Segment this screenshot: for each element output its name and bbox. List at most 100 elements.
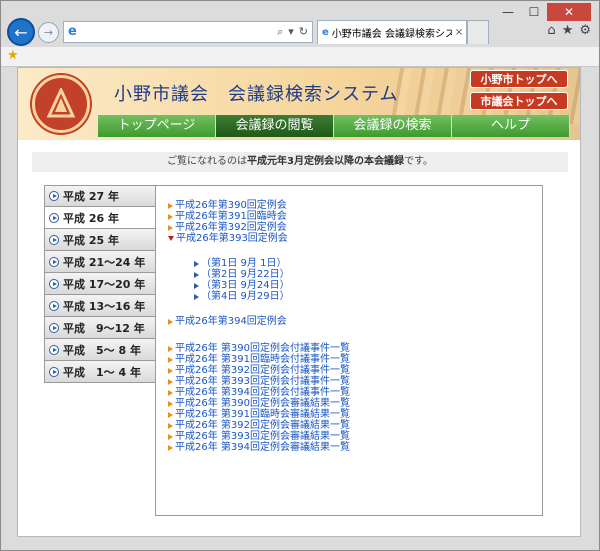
- search-icon[interactable]: ⌕: [277, 25, 283, 39]
- favorites-star-icon[interactable]: ★: [562, 23, 574, 38]
- list-label: 平成26年 第394回定例会付議事件一覧: [175, 387, 350, 398]
- notice-bar: ご覧になれるのは平成元年3月定例会以降の本会議録です。: [32, 152, 568, 172]
- arrow-right-icon: [194, 271, 199, 278]
- session-link-expanded[interactable]: 平成26年第393回定例会: [168, 233, 542, 244]
- browser-tab[interactable]: e 小野市議会 会議録検索シス... ×: [317, 20, 467, 44]
- day-links: （第1日 9月 1日） （第2日 9月22日） （第3日 9月24日） （第4日…: [194, 258, 542, 302]
- play-circle-icon: [49, 234, 59, 245]
- year-label: 平成 9～12 年: [63, 321, 145, 335]
- play-circle-icon: [49, 300, 59, 311]
- notice-text-bold: 平成元年3月定例会以降の本会議録: [247, 156, 404, 167]
- address-bar[interactable]: e ⌕ ▾ ↻: [63, 21, 313, 43]
- list-label: 平成26年 第391回臨時会審議結果一覧: [175, 409, 350, 420]
- dropdown-icon[interactable]: ▾: [288, 25, 294, 39]
- year-item-h17-20[interactable]: 平成 17～20 年: [44, 273, 156, 295]
- year-item-h9-12[interactable]: 平成 9～12 年: [44, 317, 156, 339]
- list-link[interactable]: 平成26年 第390回定例会審議結果一覧: [168, 398, 542, 409]
- forward-arrow-icon: →: [43, 26, 54, 39]
- day-link[interactable]: （第2日 9月22日）: [194, 269, 542, 280]
- year-item-h27[interactable]: 平成 27 年: [44, 185, 156, 207]
- arrow-right-icon: [168, 213, 173, 220]
- back-button[interactable]: ←: [7, 18, 35, 46]
- list-link[interactable]: 平成26年 第394回定例会付議事件一覧: [168, 387, 542, 398]
- browser-window: — ☐ ✕ ← → e ⌕ ▾ ↻ e 小野市議会 会議録検索シス... × ⌂…: [0, 0, 600, 551]
- session-label: 平成26年第390回定例会: [175, 200, 287, 211]
- day-link[interactable]: （第3日 9月24日）: [194, 280, 542, 291]
- year-item-h21-24[interactable]: 平成 21～24 年: [44, 251, 156, 273]
- session-link[interactable]: 平成26年第391回臨時会: [168, 211, 542, 222]
- session-group: 平成26年第390回定例会 平成26年第391回臨時会 平成26年第392回定例…: [168, 200, 542, 244]
- list-link[interactable]: 平成26年 第391回臨時会付議事件一覧: [168, 354, 542, 365]
- year-item-h5-8[interactable]: 平成 5～ 8 年: [44, 339, 156, 361]
- list-link[interactable]: 平成26年 第393回定例会審議結果一覧: [168, 431, 542, 442]
- arrow-right-icon: [168, 318, 173, 325]
- year-item-h13-16[interactable]: 平成 13～16 年: [44, 295, 156, 317]
- forward-button[interactable]: →: [38, 22, 59, 43]
- play-circle-icon: [49, 344, 59, 355]
- year-menu: 平成 27 年 平成 26 年 平成 25 年 平成 21～24 年 平成 17…: [44, 185, 156, 383]
- city-top-link[interactable]: 小野市トップへ: [470, 70, 568, 88]
- nav-top-page[interactable]: トップページ: [98, 115, 216, 137]
- list-label: 平成26年 第390回定例会付議事件一覧: [175, 343, 350, 354]
- nav-search-minutes[interactable]: 会議録の検索: [334, 115, 452, 137]
- list-link[interactable]: 平成26年 第391回臨時会審議結果一覧: [168, 409, 542, 420]
- global-nav: トップページ 会議録の閲覧 会議録の検索 ヘルプ: [98, 115, 570, 137]
- arrow-right-icon: [194, 282, 199, 289]
- year-item-h1-4[interactable]: 平成 1～ 4 年: [44, 361, 156, 383]
- day-link[interactable]: （第4日 9月29日）: [194, 291, 542, 302]
- arrow-right-icon: [168, 345, 173, 352]
- notice-text-before: ご覧になれるのは: [167, 156, 248, 167]
- browser-toolbar: ← → e ⌕ ▾ ↻ e 小野市議会 会議録検索シス... × ⌂ ★ ⚙: [5, 17, 597, 47]
- add-favorite-icon[interactable]: ★: [7, 48, 19, 63]
- day-label: （第3日 9月24日）: [201, 280, 290, 291]
- tab-close-icon[interactable]: ×: [452, 27, 466, 38]
- minutes-list: 平成26年第390回定例会 平成26年第391回臨時会 平成26年第392回定例…: [155, 185, 543, 516]
- year-label: 平成 25 年: [63, 233, 119, 247]
- arrow-right-icon: [168, 411, 173, 418]
- arrow-right-icon: [168, 422, 173, 429]
- notice-text-after: です。: [403, 156, 433, 167]
- arrow-right-icon: [168, 356, 173, 363]
- arrow-right-icon: [194, 293, 199, 300]
- session-link[interactable]: 平成26年第392回定例会: [168, 222, 542, 233]
- arrow-right-icon: [168, 367, 173, 374]
- list-label: 平成26年 第392回定例会付議事件一覧: [175, 365, 350, 376]
- nav-browse-minutes[interactable]: 会議録の閲覧: [216, 115, 334, 137]
- session-label: 平成26年第392回定例会: [175, 222, 287, 233]
- session-link[interactable]: 平成26年第390回定例会: [168, 200, 542, 211]
- year-item-h25[interactable]: 平成 25 年: [44, 229, 156, 251]
- day-label: （第2日 9月22日）: [201, 269, 290, 280]
- city-emblem-logo: [32, 75, 90, 133]
- arrow-right-icon: [168, 444, 173, 451]
- new-tab-button[interactable]: [467, 20, 489, 44]
- session-group: 平成26年第394回定例会: [168, 316, 542, 327]
- arrow-right-icon: [168, 433, 173, 440]
- year-item-h26[interactable]: 平成 26 年: [44, 207, 156, 229]
- list-link[interactable]: 平成26年 第392回定例会審議結果一覧: [168, 420, 542, 431]
- ie-tab-icon: e: [322, 27, 329, 38]
- list-label: 平成26年 第391回臨時会付議事件一覧: [175, 354, 350, 365]
- day-link[interactable]: （第1日 9月 1日）: [194, 258, 542, 269]
- list-link[interactable]: 平成26年 第394回定例会審議結果一覧: [168, 442, 542, 453]
- session-label: 平成26年第393回定例会: [176, 233, 288, 244]
- session-link[interactable]: 平成26年第394回定例会: [168, 316, 542, 327]
- favorites-bar: ★: [1, 47, 599, 67]
- list-link[interactable]: 平成26年 第390回定例会付議事件一覧: [168, 343, 542, 354]
- home-icon[interactable]: ⌂: [547, 23, 555, 38]
- play-circle-icon: [49, 256, 59, 267]
- emblem-icon: [47, 88, 75, 118]
- nav-help[interactable]: ヘルプ: [452, 115, 570, 137]
- gear-icon[interactable]: ⚙: [579, 23, 591, 38]
- arrow-right-icon: [168, 378, 173, 385]
- refresh-icon[interactable]: ↻: [299, 25, 308, 39]
- year-label: 平成 27 年: [63, 190, 119, 203]
- arrow-right-icon: [168, 202, 173, 209]
- play-circle-icon: [49, 278, 59, 289]
- play-circle-icon: [49, 191, 59, 201]
- arrow-right-icon: [168, 389, 173, 396]
- list-link[interactable]: 平成26年 第392回定例会付議事件一覧: [168, 365, 542, 376]
- arrow-right-icon: [168, 400, 173, 407]
- council-top-link[interactable]: 市議会トップへ: [470, 92, 568, 110]
- session-label: 平成26年第391回臨時会: [175, 211, 287, 222]
- list-link[interactable]: 平成26年 第393回定例会付議事件一覧: [168, 376, 542, 387]
